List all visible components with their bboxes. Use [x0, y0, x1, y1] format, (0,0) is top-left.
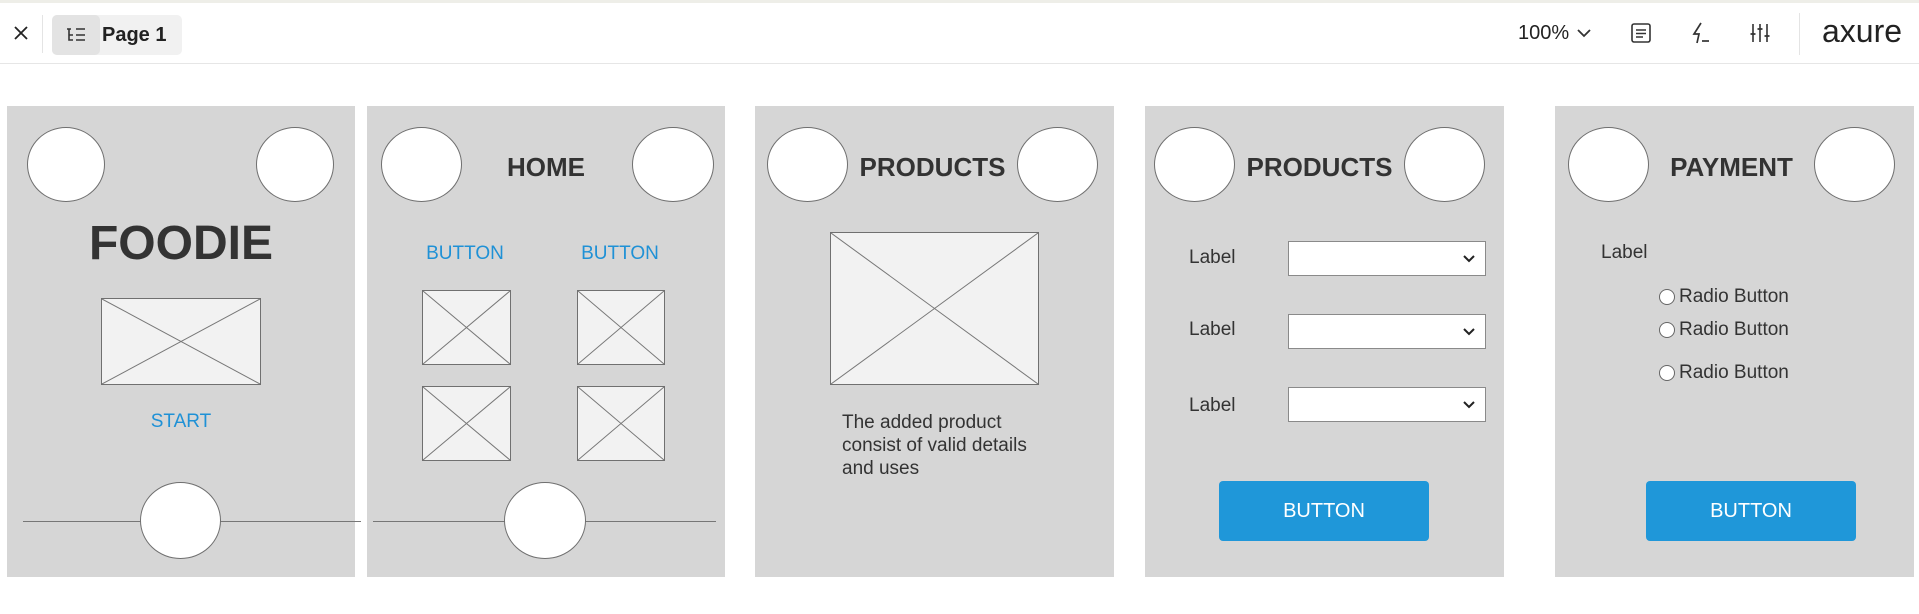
- screen-products-form: PRODUCTS Label Label Label BUTTON: [1145, 106, 1504, 577]
- submit-button[interactable]: BUTTON: [1219, 481, 1429, 541]
- circle-placeholder: [1017, 127, 1098, 202]
- image-placeholder: [422, 386, 511, 461]
- circle-placeholder: [1404, 127, 1485, 202]
- notes-icon: [1631, 23, 1651, 43]
- home-button-1[interactable]: BUTTON: [415, 243, 515, 265]
- interactions-button[interactable]: [1685, 18, 1715, 48]
- product-image-placeholder: [830, 232, 1039, 385]
- circle-placeholder: [1568, 127, 1649, 202]
- screen-title: HOME: [507, 152, 585, 182]
- notes-button[interactable]: [1626, 18, 1656, 48]
- radio-option-2[interactable]: Radio Button: [1659, 319, 1789, 341]
- home-button-2[interactable]: BUTTON: [570, 243, 670, 265]
- radio-label: Radio Button: [1679, 319, 1789, 340]
- close-icon: [14, 26, 28, 40]
- circle-placeholder: [1814, 127, 1895, 202]
- page-name: Page 1: [102, 24, 167, 46]
- image-placeholder: [577, 386, 665, 461]
- circle-placeholder: [1154, 127, 1235, 202]
- outline-icon: [52, 15, 100, 55]
- sliders-icon: [1750, 24, 1770, 42]
- dropdown-2[interactable]: [1288, 314, 1486, 349]
- chevron-down-icon: [1577, 29, 1591, 38]
- start-link[interactable]: START: [7, 411, 355, 433]
- circle-placeholder: [27, 127, 105, 202]
- screen-foodie: FOODIE START: [7, 106, 361, 577]
- dropdown-1[interactable]: [1288, 241, 1486, 276]
- app-title: FOODIE: [88, 217, 273, 270]
- screen-payment: PAYMENT Label Radio Button Radio Button …: [1555, 106, 1914, 577]
- circle-placeholder: [256, 127, 334, 202]
- chevron-down-icon: [1463, 255, 1475, 263]
- chevron-down-icon: [1463, 328, 1475, 336]
- radio-circle: [1659, 322, 1675, 338]
- product-description: The added product consist of valid detai…: [842, 412, 1027, 479]
- radio-label: Radio Button: [1679, 362, 1789, 383]
- image-placeholder: [422, 290, 511, 365]
- toolbar: Page 1 100% axure: [0, 3, 1919, 64]
- screen-home: HOME BUTTON BUTTON: [367, 106, 725, 577]
- adjust-button[interactable]: [1745, 18, 1775, 48]
- field-label: Label: [1189, 247, 1236, 268]
- page-selector-button[interactable]: Page 1: [52, 15, 182, 55]
- radio-option-1[interactable]: Radio Button: [1659, 286, 1789, 308]
- field-label: Label: [1189, 395, 1236, 416]
- radio-circle: [1659, 365, 1675, 381]
- close-button[interactable]: [8, 18, 34, 48]
- image-placeholder: [101, 298, 261, 385]
- circle-placeholder: [140, 482, 221, 559]
- chevron-down-icon: [1463, 401, 1475, 409]
- field-label: Label: [1189, 319, 1236, 340]
- dropdown-3[interactable]: [1288, 387, 1486, 422]
- radio-label: Radio Button: [1679, 286, 1789, 307]
- toolbar-divider: [42, 15, 43, 53]
- radio-circle: [1659, 289, 1675, 305]
- screen-title: PAYMENT: [1670, 152, 1793, 182]
- zoom-level: 100%: [1518, 21, 1570, 44]
- circle-placeholder: [767, 127, 848, 202]
- screen-title: PRODUCTS: [859, 152, 1006, 182]
- screen-products: PRODUCTS The added product consist of va…: [755, 106, 1114, 577]
- screen-title: PRODUCTS: [1246, 152, 1393, 182]
- pay-button[interactable]: BUTTON: [1646, 481, 1856, 541]
- brand-logo: axure: [1822, 13, 1903, 49]
- payment-label: Label: [1601, 242, 1648, 263]
- radio-option-3[interactable]: Radio Button: [1659, 362, 1789, 384]
- toolbar-divider: [1799, 13, 1800, 55]
- lightning-icon: [1692, 22, 1709, 44]
- zoom-dropdown[interactable]: 100%: [1518, 18, 1591, 48]
- circle-placeholder: [504, 482, 586, 559]
- image-placeholder: [577, 290, 665, 365]
